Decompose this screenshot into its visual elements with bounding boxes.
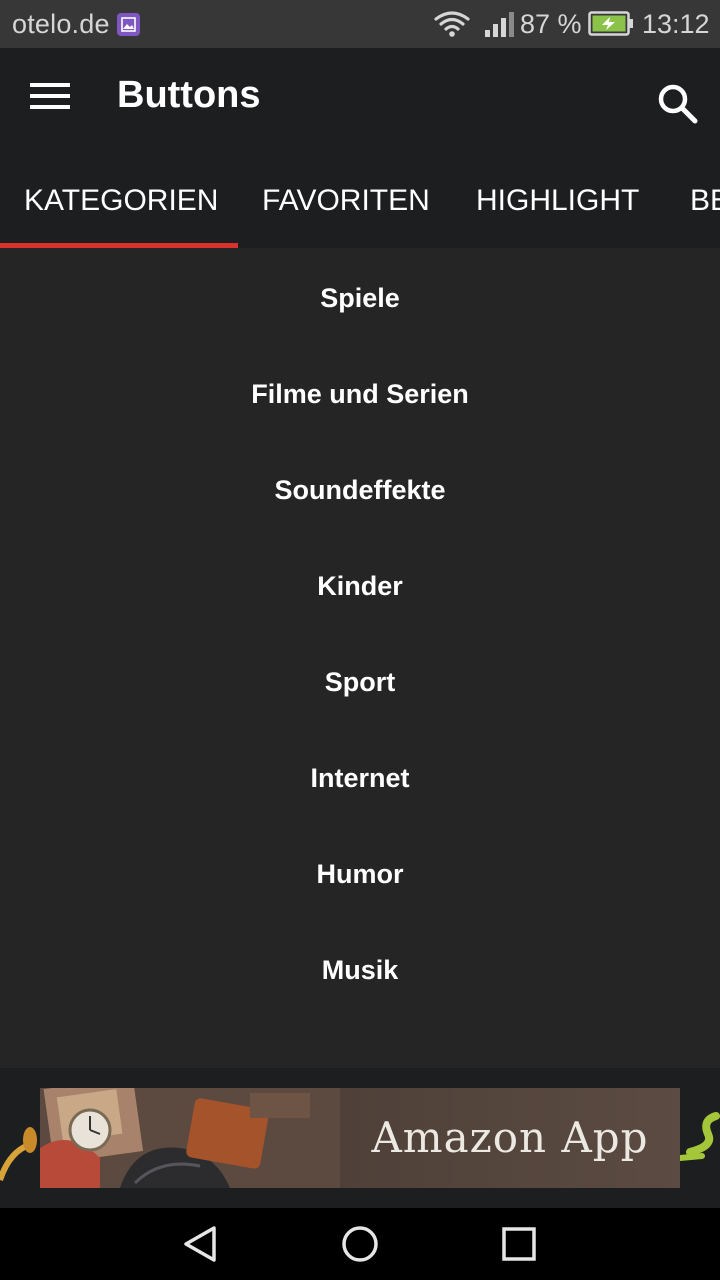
tab-highlight[interactable]: HIGHLIGHT bbox=[476, 148, 639, 248]
page-title: Buttons bbox=[117, 74, 261, 116]
home-icon[interactable] bbox=[340, 1224, 380, 1264]
category-item-kinder[interactable]: Kinder bbox=[0, 538, 720, 634]
recents-icon[interactable] bbox=[500, 1225, 538, 1263]
tab-partial[interactable]: BE bbox=[690, 148, 720, 248]
category-item-soundeffekte[interactable]: Soundeffekte bbox=[0, 442, 720, 538]
tab-kategorien[interactable]: KATEGORIEN bbox=[24, 148, 218, 248]
status-bar: otelo.de 87 % 13:12 bbox=[0, 0, 720, 48]
ad-area: Amazon App bbox=[0, 1068, 720, 1208]
ad-product-image bbox=[40, 1088, 340, 1188]
tab-bar: KATEGORIEN FAVORITEN HIGHLIGHT BE bbox=[0, 148, 720, 248]
category-item-internet[interactable]: Internet bbox=[0, 730, 720, 826]
category-item-humor[interactable]: Humor bbox=[0, 826, 720, 922]
battery-charging-icon bbox=[588, 11, 633, 36]
category-list: Spiele Filme und Serien Soundeffekte Kin… bbox=[0, 248, 720, 1068]
ad-decoration-left bbox=[0, 1127, 37, 1181]
app-bar: Buttons bbox=[0, 48, 720, 148]
ad-banner[interactable]: Amazon App bbox=[40, 1088, 680, 1188]
cell-signal-icon bbox=[485, 12, 514, 37]
menu-icon[interactable] bbox=[28, 81, 72, 113]
category-item-sport[interactable]: Sport bbox=[0, 634, 720, 730]
wifi-icon bbox=[434, 11, 470, 37]
back-icon[interactable] bbox=[180, 1224, 220, 1264]
category-item-spiele[interactable]: Spiele bbox=[0, 250, 720, 346]
battery-percent: 87 % bbox=[520, 9, 582, 39]
ad-decoration-right bbox=[680, 1112, 720, 1161]
category-item-musik[interactable]: Musik bbox=[0, 922, 720, 1018]
category-item-filme-und-serien[interactable]: Filme und Serien bbox=[0, 346, 720, 442]
system-nav-bar bbox=[0, 1208, 720, 1280]
search-icon[interactable] bbox=[656, 82, 698, 124]
clock: 13:12 bbox=[642, 9, 710, 39]
ad-text: Amazon App bbox=[371, 1113, 649, 1162]
tab-favoriten[interactable]: FAVORITEN bbox=[262, 148, 430, 248]
carrier-name: otelo.de bbox=[12, 9, 110, 39]
image-notification-icon bbox=[117, 13, 140, 36]
